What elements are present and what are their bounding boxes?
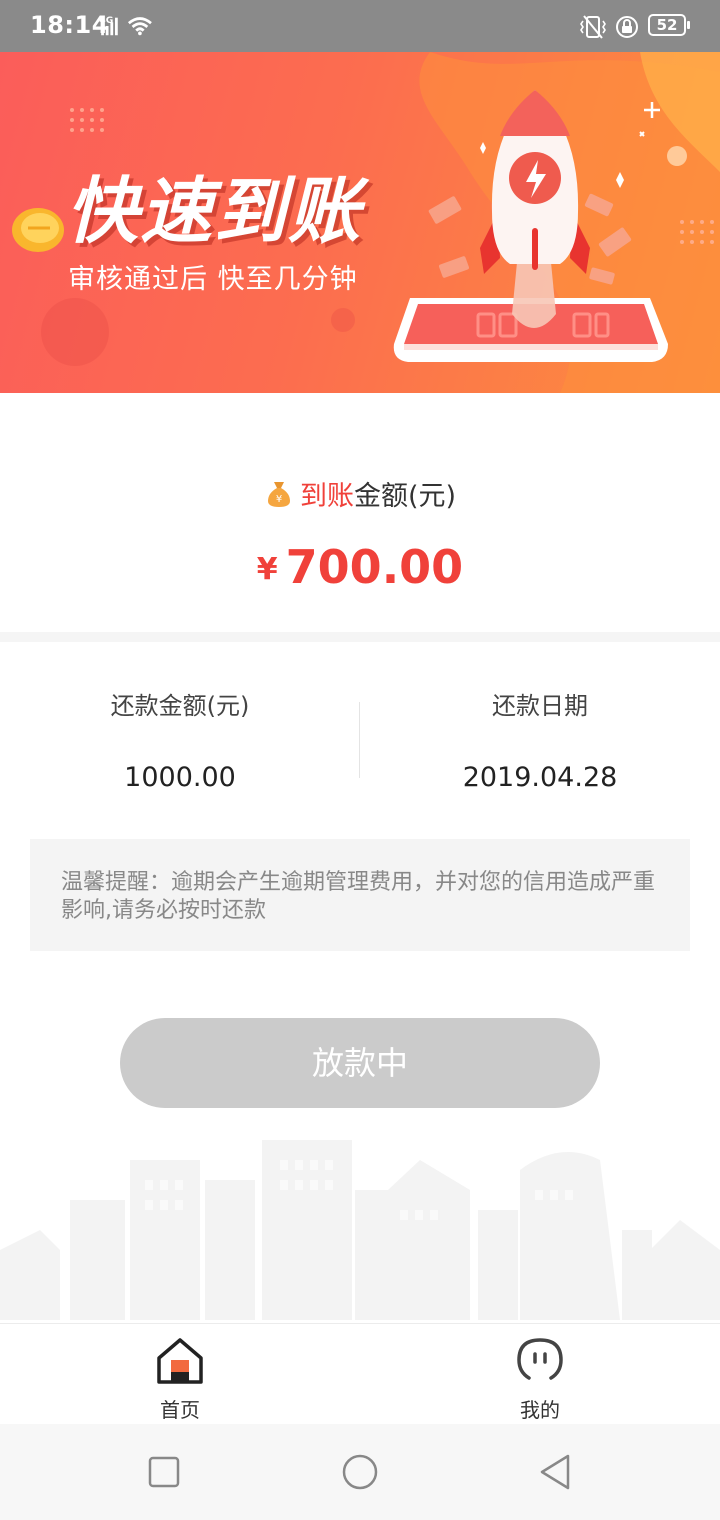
back-icon[interactable] <box>536 1452 576 1492</box>
status-right-icons: 52 <box>578 14 690 40</box>
lock-rotation-icon <box>616 16 638 38</box>
battery-indicator: 52 <box>648 14 690 36</box>
amount-value: ¥700.00 <box>0 540 720 594</box>
vibrate-icon <box>580 15 606 39</box>
recent-apps-icon[interactable] <box>144 1452 184 1492</box>
tab-profile[interactable]: 我的 <box>360 1324 720 1424</box>
status-bar: 18:14 4G 52 <box>0 0 720 52</box>
page: 18:14 4G 52 快速到账 审核通过后 快至几分钟 ¥ 到账金额(元) ¥… <box>0 0 720 1520</box>
bottom-tab-bar: 首页 我的 <box>0 1323 720 1424</box>
profile-icon <box>517 1338 563 1380</box>
money-bag-icon: ¥ <box>267 482 290 507</box>
loan-status-button[interactable]: 放款中 <box>120 1018 600 1108</box>
amount-number: 700.00 <box>285 540 464 594</box>
currency-symbol: ¥ <box>256 552 278 587</box>
system-nav-bar <box>0 1424 720 1520</box>
home-nav-icon[interactable] <box>340 1452 380 1492</box>
repay-amount-label: 还款金额(元) <box>110 692 250 720</box>
section-divider <box>0 632 720 642</box>
repay-date-value: 2019.04.28 <box>462 762 618 793</box>
banner-subtitle: 审核通过后 快至几分钟 <box>68 264 358 295</box>
city-skyline-illustration <box>0 1140 720 1320</box>
amount-label-highlight: 到账 <box>299 481 354 512</box>
promo-banner[interactable]: 快速到账 审核通过后 快至几分钟 <box>0 52 720 393</box>
reminder-notice: 温馨提醒：逾期会产生逾期管理费用，并对您的信用造成严重影响,请务必按时还款 <box>30 839 690 951</box>
tab-home[interactable]: 首页 <box>0 1324 360 1424</box>
repay-amount-value: 1000.00 <box>124 762 236 793</box>
signal-wifi-icons: 4G <box>99 15 152 36</box>
tab-profile-label: 我的 <box>520 1398 560 1422</box>
amount-label: ¥ 到账金额(元) <box>0 474 720 513</box>
amount-label-rest: 金额(元) <box>353 481 457 512</box>
tab-home-label: 首页 <box>160 1398 200 1422</box>
svg-text:¥: ¥ <box>276 494 282 505</box>
home-icon <box>157 1338 203 1384</box>
repay-date-label: 还款日期 <box>492 692 588 720</box>
banner-title: 快速到账 <box>66 169 363 253</box>
